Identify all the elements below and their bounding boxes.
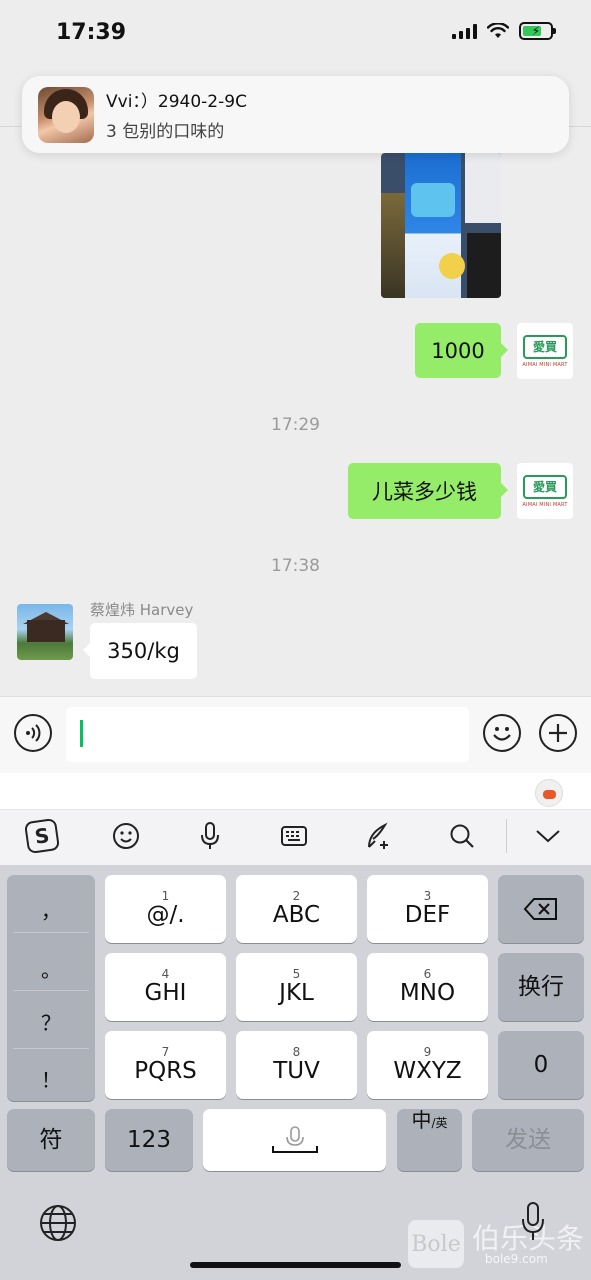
shop-logo-sub: AIMAI MINI MART (522, 501, 568, 508)
smiley-icon (493, 727, 511, 741)
battery-charging-icon: ⚡ (519, 22, 556, 40)
symbol-key[interactable]: ？ (7, 993, 95, 1049)
keyboard-icon (281, 826, 307, 846)
shop-logo-sub: AIMAI MINI MART (522, 361, 568, 368)
ime-candidate-strip (0, 773, 591, 809)
wifi-icon (487, 23, 509, 38)
ime-search-button[interactable] (442, 816, 482, 856)
ime-collapse-button[interactable] (528, 816, 568, 856)
zero-key[interactable]: 0 (498, 1031, 584, 1099)
sogou-button[interactable]: S (22, 816, 62, 856)
outgoing-message-bubble[interactable]: 儿菜多少钱 (348, 463, 508, 519)
symbol-divider (13, 1048, 89, 1049)
plus-icon (549, 724, 567, 742)
key-9[interactable]: 9 WXYZ (367, 1031, 488, 1099)
symbol-divider (13, 932, 89, 933)
newline-key[interactable]: 换行 (498, 953, 584, 1021)
key-4[interactable]: 4 GHI (105, 953, 226, 1021)
language-switch-key[interactable]: 中/英 (397, 1109, 462, 1171)
emoji-icon (113, 823, 139, 849)
cellular-signal-icon (452, 23, 477, 39)
ime-keyboard-button[interactable] (274, 816, 314, 856)
more-actions-button[interactable] (539, 714, 577, 752)
message-timestamp: 17:29 (271, 415, 320, 435)
space-mic-icon (271, 1126, 318, 1153)
delete-key[interactable] (498, 875, 584, 943)
shop-logo: 愛買 (523, 474, 567, 499)
home-indicator[interactable] (190, 1262, 401, 1268)
chevron-down-icon (536, 830, 560, 843)
key-2[interactable]: 2 ABC (236, 875, 357, 943)
notification-body: 3 包别的口味的 (106, 122, 225, 142)
send-key[interactable]: 发送 (472, 1109, 584, 1171)
key-3[interactable]: 3 DEF (367, 875, 488, 943)
status-icons: ⚡ (452, 22, 556, 40)
sogou-icon: S (23, 817, 61, 855)
numbers-key[interactable]: 123 (105, 1109, 193, 1171)
incoming-message-bubble[interactable]: 350/kg (83, 623, 197, 679)
sender-name: 蔡煌炜 Harvey (90, 601, 194, 619)
symbol-key[interactable]: 。 (7, 940, 95, 996)
message-input[interactable] (66, 707, 469, 762)
sender-avatar[interactable] (17, 604, 73, 660)
symbols-key[interactable]: 符 (7, 1109, 95, 1171)
photo-message[interactable] (381, 153, 501, 298)
my-avatar[interactable]: 愛買 AIMAI MINI MART (517, 463, 573, 519)
ime-handwriting-button[interactable] (358, 816, 398, 856)
search-icon (450, 824, 474, 848)
handwriting-icon (368, 822, 388, 849)
ime-voice-button[interactable] (190, 816, 230, 856)
notification-title: Vvi：）2940-2-9C (106, 92, 247, 112)
globe-icon[interactable] (38, 1203, 78, 1243)
text-caret (80, 720, 83, 747)
shop-logo: 愛買 (523, 334, 567, 359)
notification-avatar (38, 86, 94, 143)
outgoing-message-bubble[interactable]: 1000 (415, 323, 508, 378)
key-8[interactable]: 8 TUV (236, 1031, 357, 1099)
symbol-key[interactable]: ！ (7, 1050, 95, 1106)
my-avatar[interactable]: 愛買 AIMAI MINI MART (517, 323, 573, 379)
ime-mascot-icon[interactable] (535, 779, 563, 807)
dictation-mic-icon[interactable] (518, 1200, 548, 1244)
ime-emoji-button[interactable] (106, 816, 146, 856)
voice-icon (26, 724, 41, 742)
key-5[interactable]: 5 JKL (236, 953, 357, 1021)
notification-banner[interactable]: Vvi：）2940-2-9C 3 包别的口味的 (22, 76, 569, 153)
key-1[interactable]: 1 @/. (105, 875, 226, 943)
key-6[interactable]: 6 MNO (367, 953, 488, 1021)
status-time: 17:39 (56, 20, 127, 45)
watermark-logo: Bole (408, 1220, 464, 1268)
microphone-icon (201, 822, 219, 849)
message-timestamp: 17:38 (271, 556, 320, 576)
symbol-key[interactable]: ， (7, 881, 95, 937)
watermark-domain: bole9.com (485, 1252, 548, 1266)
key-7[interactable]: 7 PQRS (105, 1031, 226, 1099)
toolbar-divider (506, 819, 507, 853)
symbol-divider (13, 990, 89, 991)
backspace-icon (523, 898, 557, 920)
emoji-button[interactable] (483, 714, 521, 752)
voice-input-button[interactable] (14, 714, 52, 752)
space-key[interactable] (203, 1109, 386, 1171)
